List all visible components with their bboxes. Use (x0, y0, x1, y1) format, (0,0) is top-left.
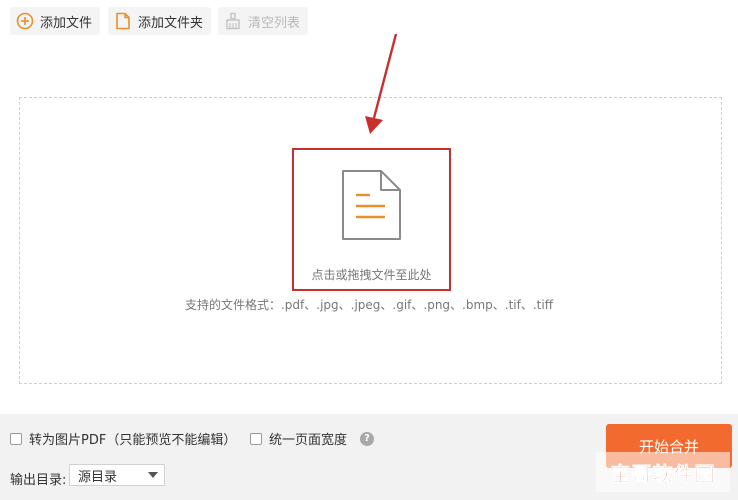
output-directory-label: 输出目录: (10, 473, 67, 488)
unify-page-width-checkbox[interactable] (250, 432, 262, 445)
supported-formats-text: 支持的文件格式：.pdf、.jpg、.jpeg、.gif、.png、.bmp、.… (184, 298, 553, 312)
add-file-label: 添加文件 (40, 15, 93, 31)
clear-list-button[interactable]: 清空列表 (218, 7, 309, 35)
add-folder-button[interactable]: 添加文件夹 (108, 7, 212, 35)
file-icon (114, 12, 132, 30)
convert-image-pdf-option[interactable]: 转为图片PDF（只能预览不能编辑） (10, 429, 236, 448)
add-folder-label: 添加文件夹 (138, 15, 204, 31)
plus-circle-icon (16, 12, 34, 30)
unify-page-width-option[interactable]: 统一页面宽度 ? (250, 429, 375, 448)
output-directory-value: 源目录 (78, 469, 118, 485)
clear-list-label: 清空列表 (248, 15, 301, 31)
convert-image-pdf-label: 转为图片PDF（只能预览不能编辑） (29, 433, 237, 448)
chevron-down-icon (148, 472, 158, 478)
help-icon[interactable]: ? (360, 431, 375, 446)
document-icon (342, 170, 401, 240)
output-directory-select[interactable]: 源目录 (69, 464, 165, 486)
red-arrow-annotation (365, 33, 398, 134)
drop-hint-text: 点击或拖拽文件至此处 (311, 268, 432, 282)
convert-image-pdf-checkbox[interactable] (10, 432, 22, 445)
add-file-button[interactable]: 添加文件 (10, 7, 101, 35)
watermark-logo: 宝哥软件园 (596, 452, 730, 492)
broom-icon (224, 12, 242, 30)
unify-page-width-label: 统一页面宽度 (269, 433, 348, 448)
